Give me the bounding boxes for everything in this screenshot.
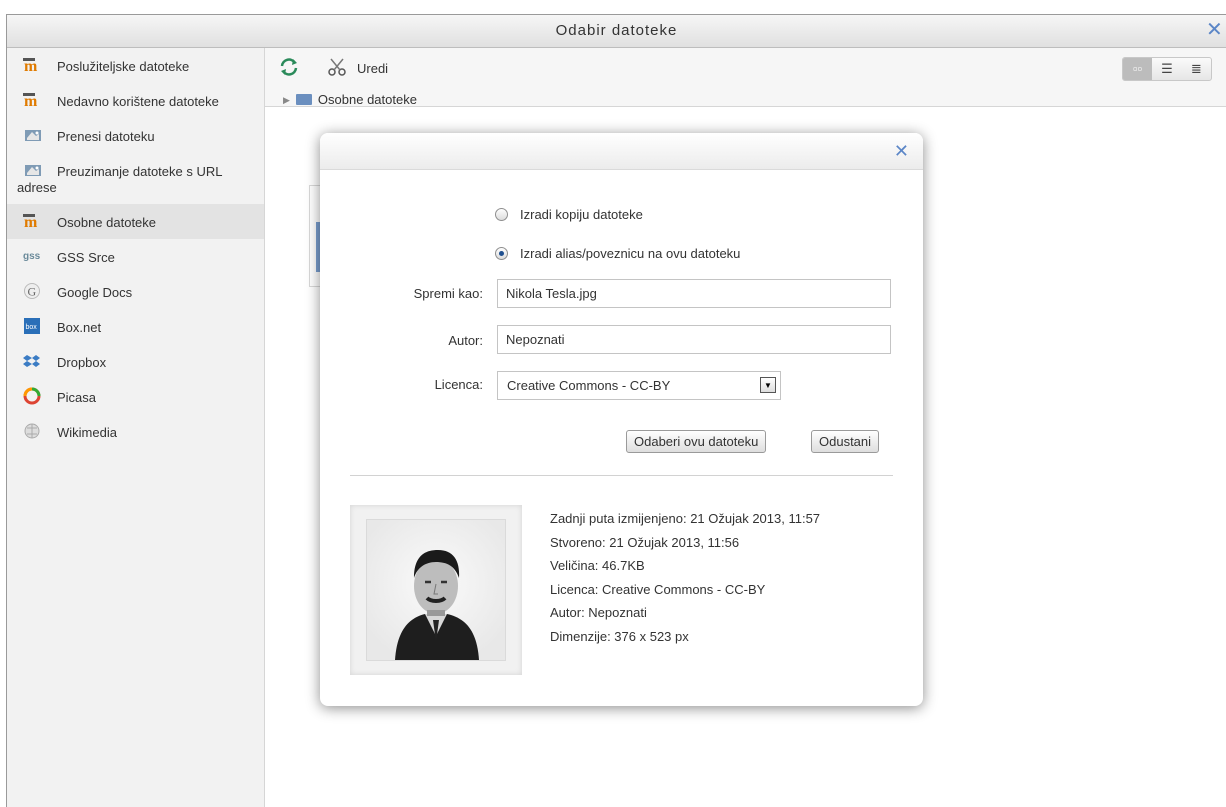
image-preview-frame xyxy=(366,519,506,661)
scissors-icon[interactable] xyxy=(327,57,347,77)
license-label: Licenca: xyxy=(434,377,483,392)
info-created: Stvoreno: 21 Ožujak 2013, 11:56 xyxy=(550,534,740,550)
info-dimensions: Dimenzije: 376 x 523 px xyxy=(550,628,689,644)
author-label: Autor: xyxy=(448,333,483,348)
license-select-value: Creative Commons - CC-BY xyxy=(507,378,671,393)
upload-icon xyxy=(25,130,41,141)
radio-alias[interactable] xyxy=(495,247,508,260)
dialog-header: ✕ xyxy=(320,133,923,170)
sidebar-item-recent-files[interactable]: m Nedavno korištene datoteke xyxy=(7,83,264,118)
close-icon[interactable]: ✕ xyxy=(1206,20,1224,40)
radio-copy[interactable] xyxy=(495,208,508,221)
moodle-icon: m xyxy=(23,93,38,109)
svg-text:gss: gss xyxy=(23,251,41,262)
sidebar-item-label: Dropbox xyxy=(57,355,107,370)
sidebar-item-wikimedia[interactable]: Wikimedia xyxy=(7,414,264,449)
select-file-button[interactable]: Odaberi ovu datoteku xyxy=(626,430,767,453)
sidebar-item-box[interactable]: box Box.net xyxy=(7,309,264,344)
sidebar-item-label: Google Docs xyxy=(57,285,133,300)
radio-alias-row[interactable]: Izradi alias/poveznicu na ovu datoteku xyxy=(495,246,740,261)
author-input[interactable] xyxy=(497,325,891,354)
wikimedia-icon xyxy=(24,423,40,439)
sidebar-item-label: Osobne datoteke xyxy=(57,215,157,230)
radio-alias-label: Izradi alias/poveznicu na ovu datoteku xyxy=(520,246,741,261)
sidebar-item-label: Prenesi datoteku xyxy=(57,129,155,144)
sidebar-item-dropbox[interactable]: Dropbox xyxy=(7,344,264,379)
info-size: Veličina: 46.7KB xyxy=(550,558,645,573)
save-as-input[interactable] xyxy=(497,279,891,308)
edit-button[interactable]: Uredi xyxy=(357,61,388,76)
moodle-icon: m xyxy=(23,58,38,74)
sidebar-item-label: Wikimedia xyxy=(57,425,117,440)
sidebar-item-label: Preuzimanje datoteke s URL adrese xyxy=(17,164,222,195)
expand-triangle-icon[interactable]: ▶ xyxy=(283,95,290,105)
radio-copy-label: Izradi kopiju datoteke xyxy=(520,207,643,222)
sidebar-item-server-files[interactable]: m Poslužiteljske datoteke xyxy=(7,48,264,83)
sidebar-item-upload[interactable]: Prenesi datoteku xyxy=(7,118,264,153)
info-license: Licenca: Creative Commons - CC-BY xyxy=(550,581,766,597)
box-icon: box xyxy=(24,318,40,334)
svg-text:G: G xyxy=(28,285,37,299)
radio-copy-row[interactable]: Izradi kopiju datoteke xyxy=(495,207,643,222)
breadcrumb-folder[interactable]: Osobne datoteke xyxy=(318,92,417,107)
chevron-down-icon[interactable]: ▼ xyxy=(760,377,776,393)
moodle-icon: m xyxy=(23,214,38,230)
sidebar-item-label: GSS Srce xyxy=(57,250,115,265)
file-info: Zadnji puta izmijenjeno: 21 Ožujak 2013,… xyxy=(550,507,820,648)
info-modified: Zadnji puta izmijenjeno: 21 Ožujak 2013,… xyxy=(550,511,821,526)
file-toolbar: Uredi ▶ Osobne datoteke ▫▫ ☰ ≣ xyxy=(265,48,1226,107)
gss-icon: gss xyxy=(23,251,41,262)
sidebar-item-gss[interactable]: gss GSS Srce xyxy=(7,239,264,274)
info-author: Autor: Nepoznati xyxy=(550,605,647,620)
sidebar-item-picasa[interactable]: Picasa xyxy=(7,379,264,414)
picasa-icon xyxy=(23,387,41,405)
save-as-label: Spremi kao: xyxy=(413,286,483,301)
sidebar-item-google-docs[interactable]: G Google Docs xyxy=(7,274,264,309)
image-preview xyxy=(350,505,522,675)
sidebar-item-private-files[interactable]: m Osobne datoteke xyxy=(7,204,264,239)
divider xyxy=(350,475,893,476)
view-icons-button[interactable]: ▫▫ xyxy=(1123,58,1153,80)
license-select[interactable]: Creative Commons - CC-BY ▼ xyxy=(497,371,781,400)
view-tree-button[interactable]: ≣ xyxy=(1182,58,1211,80)
refresh-icon[interactable] xyxy=(279,57,299,77)
file-select-dialog: ✕ Izradi kopiju datoteke Izradi alias/po… xyxy=(320,133,923,706)
view-switcher: ▫▫ ☰ ≣ xyxy=(1122,57,1212,81)
download-icon xyxy=(25,165,41,176)
dropbox-icon xyxy=(23,355,40,367)
view-list-button[interactable]: ☰ xyxy=(1152,58,1181,80)
sidebar-item-label: Picasa xyxy=(57,390,97,405)
sidebar-item-url-download[interactable]: Preuzimanje datoteke s URL adrese xyxy=(7,153,264,204)
portrait-image xyxy=(367,520,505,660)
close-icon[interactable]: ✕ xyxy=(894,141,909,162)
svg-text:box: box xyxy=(26,324,38,331)
sidebar-item-label: Box.net xyxy=(57,320,102,335)
breadcrumb: ▶ Osobne datoteke xyxy=(283,92,417,107)
sidebar-item-label: Nedavno korištene datoteke xyxy=(57,94,219,109)
sidebar-item-label: Poslužiteljske datoteke xyxy=(57,59,190,74)
window-title: Odabir datoteke xyxy=(555,22,678,39)
google-icon: G xyxy=(24,283,40,299)
folder-icon xyxy=(295,94,312,105)
repository-sidebar: m Poslužiteljske datoteke m Nedavno korišt… xyxy=(7,48,265,807)
title-bar: Odabir datoteke ✕ xyxy=(7,15,1226,48)
cancel-button[interactable]: Odustani xyxy=(811,430,880,453)
